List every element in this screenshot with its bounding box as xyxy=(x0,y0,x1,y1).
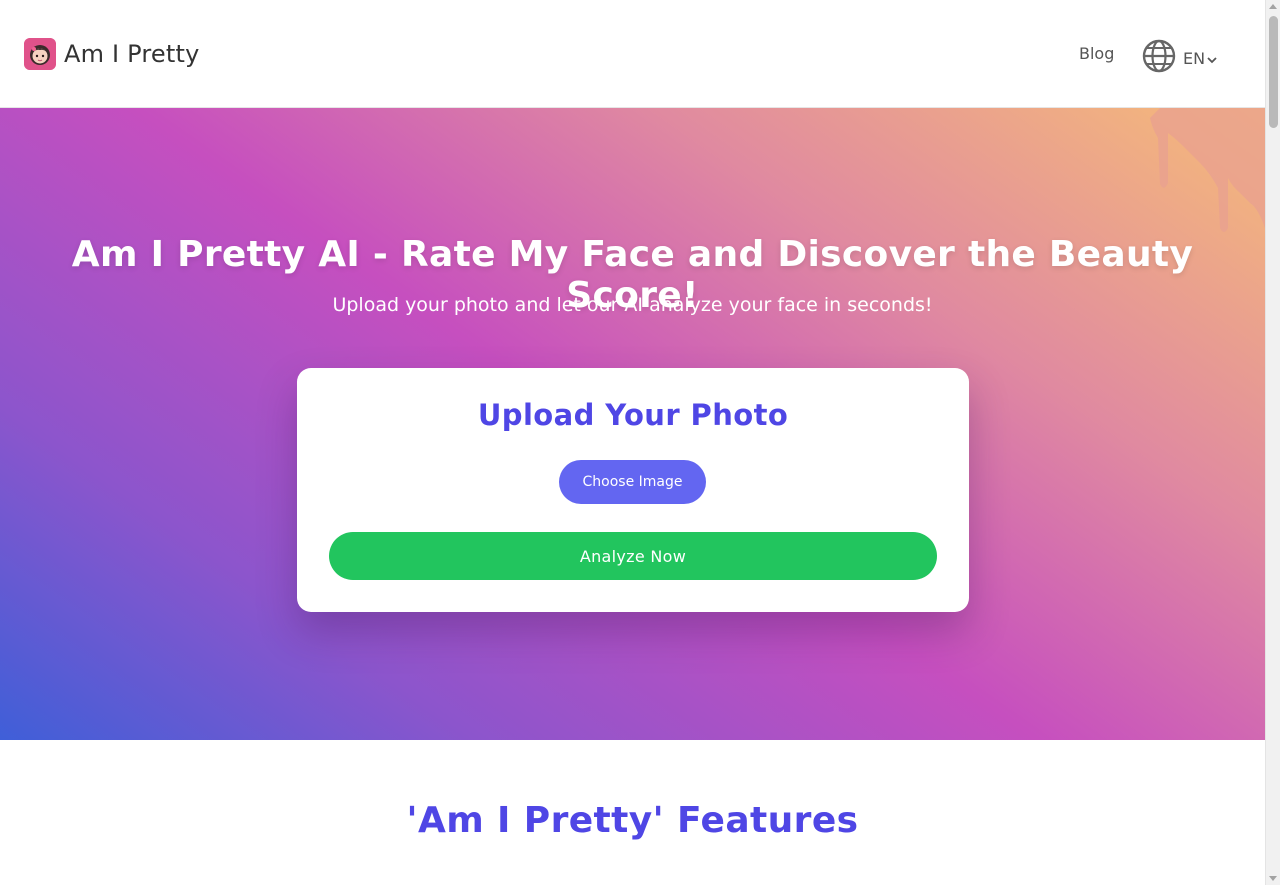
chevron-down-icon xyxy=(1207,49,1217,68)
avatar-girl-icon xyxy=(24,38,56,70)
choose-image-button[interactable]: Choose Image xyxy=(559,460,706,504)
brand-home-link[interactable]: Am I Pretty xyxy=(24,38,200,70)
language-code: EN xyxy=(1183,48,1206,68)
analyze-now-button[interactable]: Analyze Now xyxy=(329,532,937,580)
language-selector[interactable]: EN xyxy=(1142,39,1217,77)
nav-blog-link[interactable]: Blog xyxy=(1079,44,1114,63)
page-scrollbar[interactable] xyxy=(1265,0,1280,885)
page: Am I Pretty Blog EN Am I Pretty AI - Rat… xyxy=(0,0,1265,885)
globe-icon xyxy=(1142,39,1176,77)
scroll-up-arrow-icon[interactable] xyxy=(1269,4,1277,9)
scroll-down-arrow-icon[interactable] xyxy=(1269,876,1277,881)
upload-card: Upload Your Photo Choose Image Analyze N… xyxy=(297,368,969,612)
scroll-thumb[interactable] xyxy=(1269,16,1278,128)
paint-drip-decoration xyxy=(1150,108,1265,232)
features-title: 'Am I Pretty' Features xyxy=(406,800,859,841)
upload-card-title: Upload Your Photo xyxy=(477,398,789,432)
site-header: Am I Pretty Blog EN xyxy=(0,0,1265,108)
brand-name: Am I Pretty xyxy=(64,40,200,68)
hero-section: Am I Pretty AI - Rate My Face and Discov… xyxy=(0,108,1265,740)
hero-subtitle: Upload your photo and let our AI analyze… xyxy=(332,294,933,316)
